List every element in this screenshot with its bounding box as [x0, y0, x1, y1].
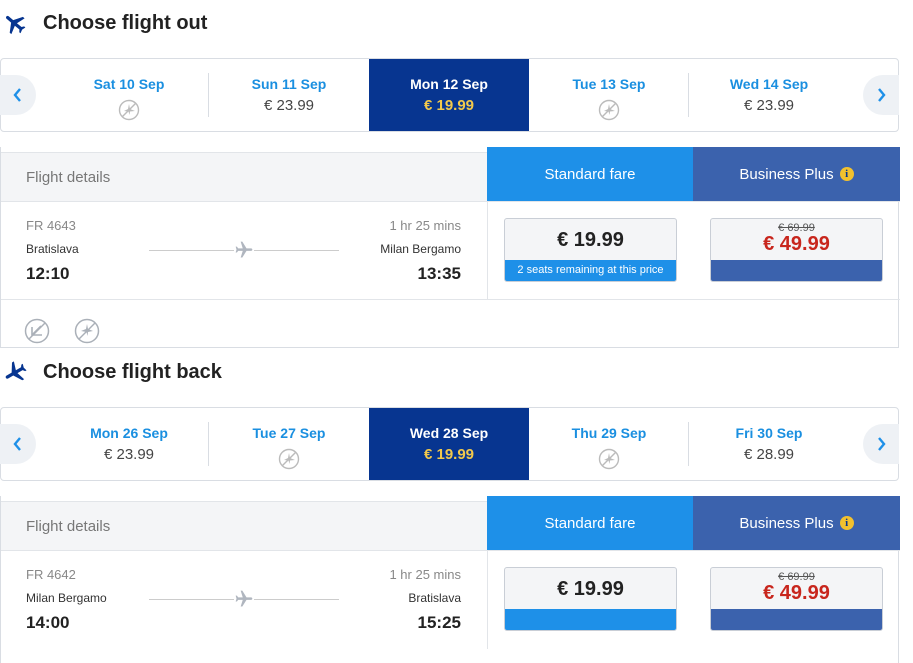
day-label: Sat 10 Sep [93, 76, 165, 92]
info-icon[interactable]: i [839, 167, 854, 181]
flight-feature-icons [1, 299, 900, 347]
chevron-left-icon [13, 88, 21, 102]
plane-takeoff-icon [5, 15, 26, 35]
flight-duration: 1 hr 25 mins [389, 567, 461, 582]
standard-fare-price-button[interactable]: € 19.99 2 seats remaining at this price [504, 218, 677, 282]
outbound-prev-dates-button[interactable] [0, 75, 36, 115]
business-plus-label: Business Plus [739, 514, 834, 532]
origin-city: Bratislava [26, 242, 79, 256]
day-price: € 23.99 [103, 446, 155, 463]
standard-fare-price: € 19.99 [557, 229, 624, 251]
return-next-dates-button[interactable] [863, 424, 899, 464]
flight-number: FR 4642 [26, 567, 76, 582]
arrival-time: 15:25 [417, 613, 461, 632]
return-prev-dates-button[interactable] [0, 424, 36, 464]
chevron-left-icon [13, 437, 21, 451]
outbound-flight-row: FR 4643 1 hr 25 mins Bratislava Milan Be… [1, 201, 900, 300]
destination-city: Milan Bergamo [380, 242, 461, 256]
no-flights-icon [598, 99, 620, 121]
departure-time: 14:00 [26, 613, 70, 632]
day-label: Wed 14 Sep [729, 76, 809, 92]
plane-landing-icon [5, 361, 27, 381]
plane-icon [234, 240, 254, 260]
return-flight-card: Flight details Standard fare Business Pl… [0, 496, 900, 663]
business-plus-price: € 49.99 [763, 233, 830, 255]
arrival-time: 13:35 [417, 264, 461, 283]
business-plus-price: € 49.99 [763, 582, 830, 604]
standard-fare-price-button[interactable]: € 19.99 [504, 567, 677, 631]
outbound-next-dates-button[interactable] [863, 75, 899, 115]
return-title: Choose flight back [43, 360, 222, 383]
no-flights-icon [118, 99, 140, 121]
outbound-title: Choose flight out [43, 11, 208, 34]
standard-fare-price: € 19.99 [557, 578, 624, 600]
return-day-3[interactable]: Thu 29 Sep [529, 408, 689, 480]
day-price: € 28.99 [743, 446, 795, 463]
standard-fare-header[interactable]: Standard fare [487, 496, 693, 550]
outbound-day-2-selected[interactable]: Mon 12 Sep € 19.99 [369, 59, 529, 131]
business-plus-price-button[interactable]: € 69.99 € 49.99 [710, 567, 883, 631]
seats-remaining-note [505, 609, 676, 630]
return-day-0[interactable]: Mon 26 Sep € 23.99 [49, 408, 209, 480]
standard-fare-label: Standard fare [544, 514, 636, 532]
flight-duration: 1 hr 25 mins [389, 218, 461, 233]
day-label: Mon 26 Sep [90, 425, 168, 441]
no-checked-bag-icon[interactable] [24, 318, 50, 344]
flight-details-label: Flight details [1, 152, 487, 201]
no-flights-icon [598, 448, 620, 470]
day-label: Sun 11 Sep [251, 76, 327, 92]
day-label: Mon 12 Sep [410, 76, 488, 92]
flight-details-label: Flight details [1, 501, 487, 550]
day-label: Wed 28 Sep [409, 425, 489, 441]
return-date-selector: Mon 26 Sep € 23.99 Tue 27 Sep Wed 28 Sep… [0, 407, 899, 481]
day-label: Tue 27 Sep [252, 425, 326, 441]
no-priority-icon[interactable] [74, 318, 100, 344]
business-plus-header[interactable]: Business Plus i [693, 147, 900, 201]
outbound-day-3[interactable]: Tue 13 Sep [529, 59, 689, 131]
outbound-day-0[interactable]: Sat 10 Sep [49, 59, 209, 131]
business-plus-header[interactable]: Business Plus i [693, 496, 900, 550]
day-price: € 23.99 [743, 97, 795, 114]
info-icon[interactable]: i [839, 516, 854, 530]
day-price: € 19.99 [423, 446, 475, 463]
no-flights-icon [278, 448, 300, 470]
destination-city: Bratislava [408, 591, 461, 605]
outbound-day-1[interactable]: Sun 11 Sep € 23.99 [209, 59, 369, 131]
origin-city: Milan Bergamo [26, 591, 107, 605]
chevron-right-icon [878, 437, 886, 451]
day-price: € 23.99 [263, 97, 315, 114]
outbound-date-selector: Sat 10 Sep Sun 11 Sep € 23.99 Mon 12 Sep… [0, 58, 899, 132]
day-price: € 19.99 [423, 97, 475, 114]
return-day-4[interactable]: Fri 30 Sep € 28.99 [689, 408, 849, 480]
seats-remaining-note: 2 seats remaining at this price [505, 260, 676, 281]
return-day-2-selected[interactable]: Wed 28 Sep € 19.99 [369, 408, 529, 480]
return-day-1[interactable]: Tue 27 Sep [209, 408, 369, 480]
day-label: Tue 13 Sep [572, 76, 646, 92]
outbound-flight-card: Flight details Standard fare Business Pl… [0, 147, 900, 348]
chevron-right-icon [878, 88, 886, 102]
outbound-day-4[interactable]: Wed 14 Sep € 23.99 [689, 59, 849, 131]
flight-number: FR 4643 [26, 218, 76, 233]
day-label: Fri 30 Sep [735, 425, 803, 441]
standard-fare-label: Standard fare [544, 165, 636, 183]
plane-icon [234, 589, 254, 609]
standard-fare-header[interactable]: Standard fare [487, 147, 693, 201]
business-plus-label: Business Plus [739, 165, 834, 183]
day-label: Thu 29 Sep [571, 425, 647, 441]
departure-time: 12:10 [26, 264, 70, 283]
business-plus-price-button[interactable]: € 69.99 € 49.99 [710, 218, 883, 282]
return-flight-row: FR 4642 1 hr 25 mins Milan Bergamo Brati… [1, 550, 900, 649]
